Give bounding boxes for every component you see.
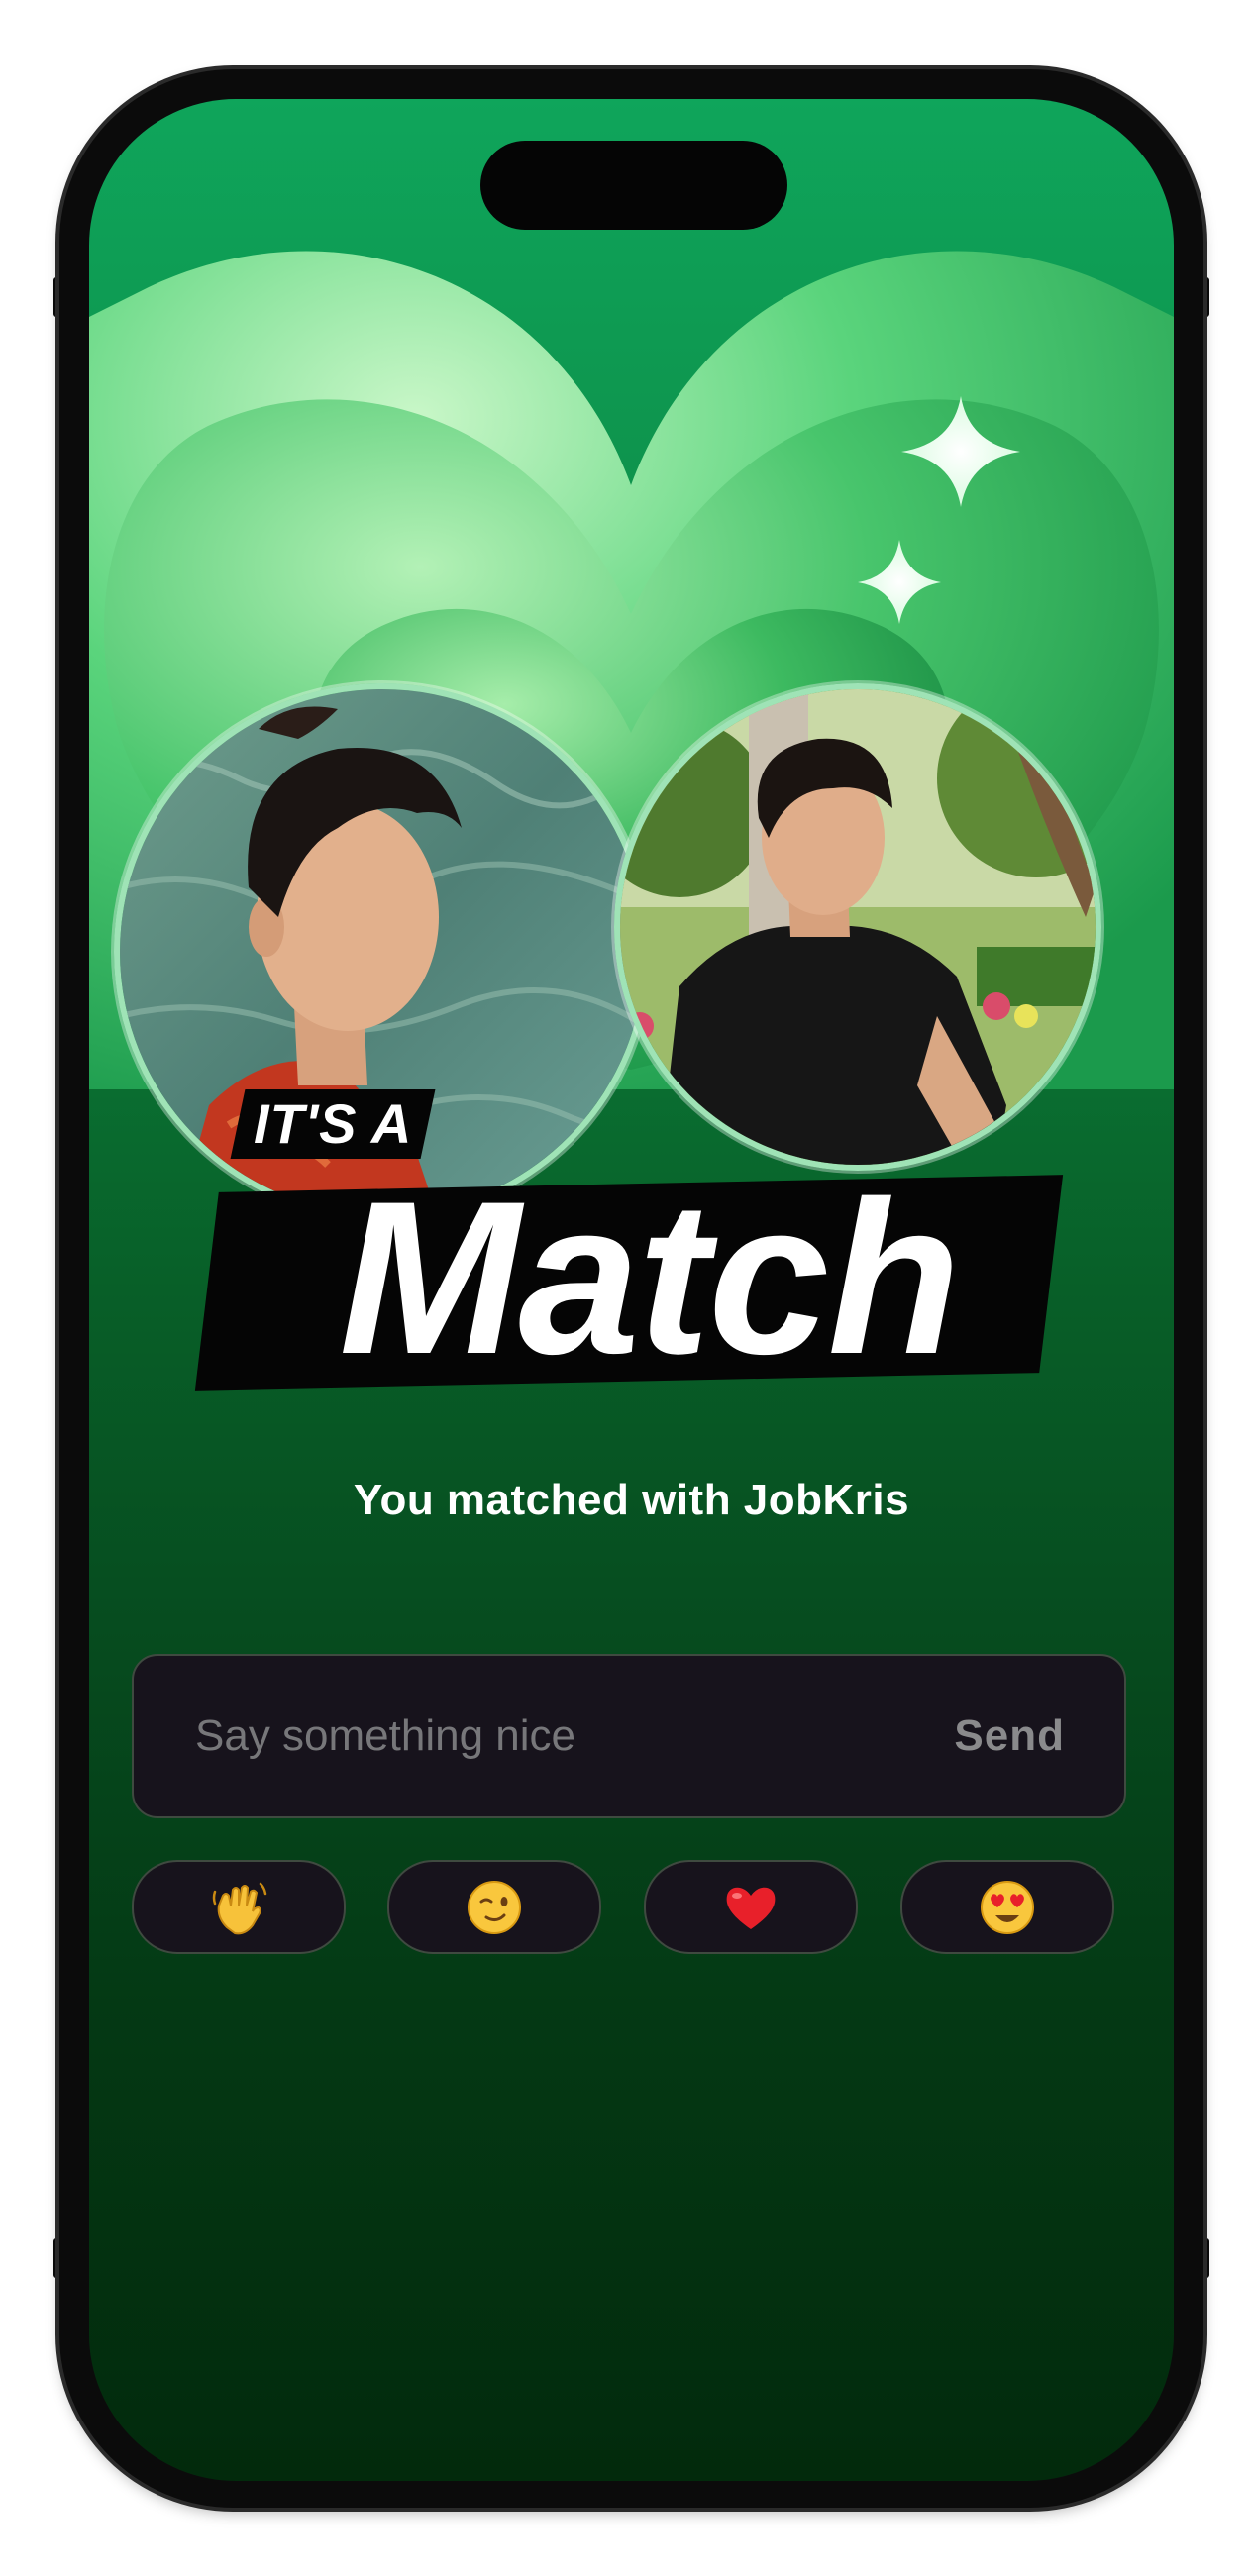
reaction-heart-button[interactable] (644, 1860, 858, 1954)
waving-hand-icon (212, 1882, 267, 1934)
quick-reactions (132, 1860, 1126, 1954)
reaction-wave-button[interactable] (132, 1860, 346, 1954)
match-screen: IT'S A Match You matched with JobKris Se… (89, 99, 1174, 2481)
dynamic-island (480, 141, 787, 230)
reaction-love-button[interactable] (900, 1860, 1114, 1954)
its-a-label: IT'S A (230, 1089, 436, 1159)
match-subtitle: You matched with JobKris (353, 1476, 910, 1524)
message-composer: Send (132, 1654, 1126, 1818)
match-avatar[interactable] (614, 683, 1101, 1171)
its-a-text: IT'S A (254, 1092, 413, 1155)
send-button[interactable]: Send (954, 1656, 1065, 1816)
heart-eyes-face-icon (981, 1880, 1034, 1934)
winking-face-icon (468, 1880, 521, 1934)
red-heart-icon (726, 1887, 776, 1929)
reaction-wink-button[interactable] (387, 1860, 601, 1954)
message-input[interactable] (134, 1656, 908, 1816)
match-title: Match (339, 1156, 961, 1399)
